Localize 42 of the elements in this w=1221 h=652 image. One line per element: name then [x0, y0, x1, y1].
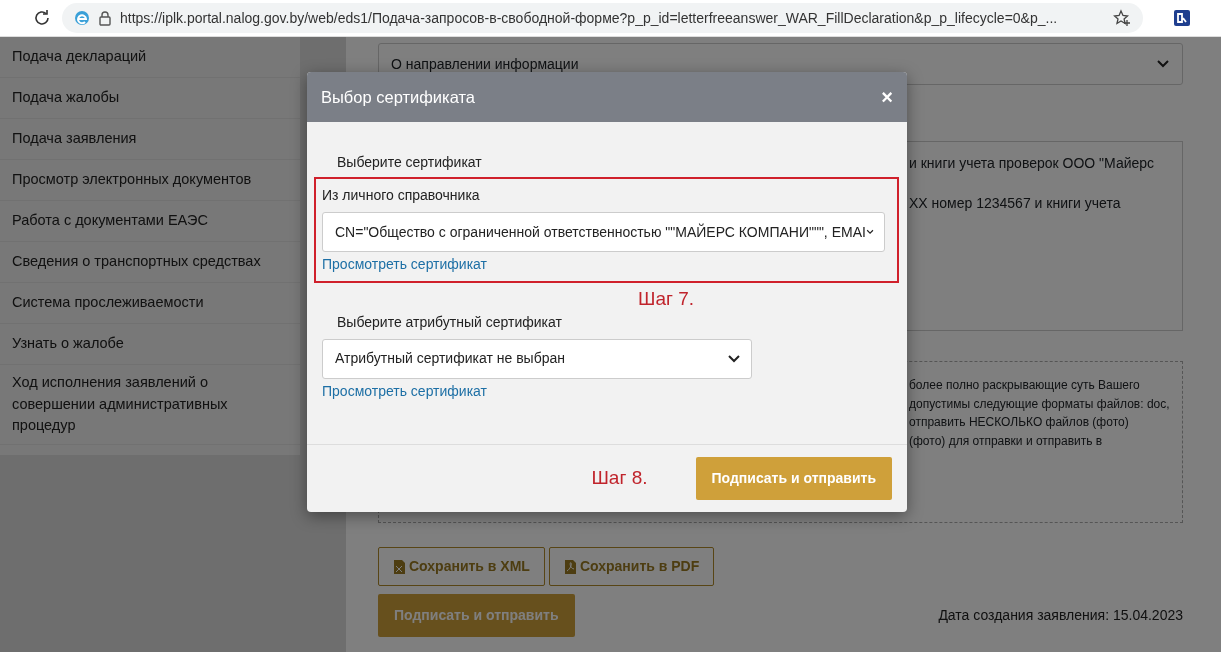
attribute-certificate-select[interactable]: Атрибутный сертификат не выбран: [322, 338, 752, 379]
file-icon: [393, 558, 406, 575]
sidebar-item[interactable]: Подача деклараций: [0, 37, 300, 78]
request-text-line: и книги учета проверок ООО "Майерс: [909, 154, 1156, 173]
save-button[interactable]: Сохранить в PDF: [548, 547, 715, 586]
step-annotation: Шаг 8.: [591, 466, 648, 491]
attachment-note-line: отправить НЕСКОЛЬКО файлов (фото): [909, 414, 1130, 432]
sidebar-item[interactable]: Узнать о жалобе: [0, 324, 300, 365]
chevron-icon: [1156, 59, 1170, 69]
attachment-note-line: более полно раскрывающие суть Вашего: [909, 377, 1141, 394]
sidebar-item[interactable]: Работа с документами ЕАЭС: [0, 201, 300, 242]
sidebar-item[interactable]: Ход исполнения заявлений о совершении административных процедур: [0, 365, 300, 445]
refresh-icon[interactable]: [32, 8, 52, 28]
attachment-note-line: (фото) для отправки и отправить в: [909, 432, 1104, 450]
browser-logo-icon: [74, 10, 90, 26]
sidebar-item[interactable]: Подача жалобы: [0, 78, 300, 119]
field-label: Из личного справочника: [322, 186, 481, 205]
save-button[interactable]: Сохранить в XML: [378, 547, 545, 586]
sidebar-item[interactable]: Сведения о транспортных средствах: [0, 242, 300, 283]
sign-and-send-button[interactable]: Подписать и отправить: [695, 457, 892, 500]
creation-date: Дата создания заявления: 15.04.2023: [938, 606, 1183, 625]
view-certificate-link[interactable]: Просмотреть сертификат: [322, 254, 487, 275]
request-text-line: XX номер 1234567 и книги учета: [909, 193, 1122, 213]
view-certificate-link[interactable]: Просмотреть сертификат: [322, 380, 487, 402]
attachment-note-line: допустимы следующие форматы файлов: doc,: [909, 395, 1171, 413]
chevron-icon: [865, 227, 874, 237]
star-plus-icon[interactable]: [1113, 9, 1131, 27]
sidebar-item[interactable]: Просмотр электронных документов: [0, 160, 300, 201]
field-label: Выберите атрибутный сертификат: [336, 312, 563, 332]
close-button[interactable]: ×: [881, 87, 893, 107]
field-label: Выберите сертификат: [336, 153, 483, 172]
address-bar[interactable]: https://iplk.portal.nalog.gov.by/web/eds1/Подача-запросов-в-свободной-форме?p_p_id=letterfreeanswer_WAR_FillDeclaration&p_p_lifecycle=0&p_...: [62, 3, 1143, 33]
lock-icon[interactable]: [98, 10, 112, 26]
sidebar-item[interactable]: Система прослеживаемости: [0, 283, 300, 324]
chevron-icon: [727, 353, 741, 364]
sidebar-item[interactable]: Подача заявления: [0, 119, 300, 160]
file-icon: [563, 558, 577, 575]
extension-icon[interactable]: [1173, 9, 1191, 27]
dialog-title: Выбор сертификата: [321, 86, 475, 108]
step-annotation: Шаг 7.: [638, 289, 696, 310]
url-text: https://iplk.portal.nalog.gov.by/web/eds1/Подача-запросов-в-свободной-форме?p_p_id=letterfreeanswer_WAR_FillDeclaration&p_p_lifecycle=0&p_...: [120, 8, 1059, 28]
certificate-select[interactable]: CN="Общество с ограниченной ответственностью ""МАЙЕРС КОМПАНИ""", EMAI: [322, 212, 885, 252]
